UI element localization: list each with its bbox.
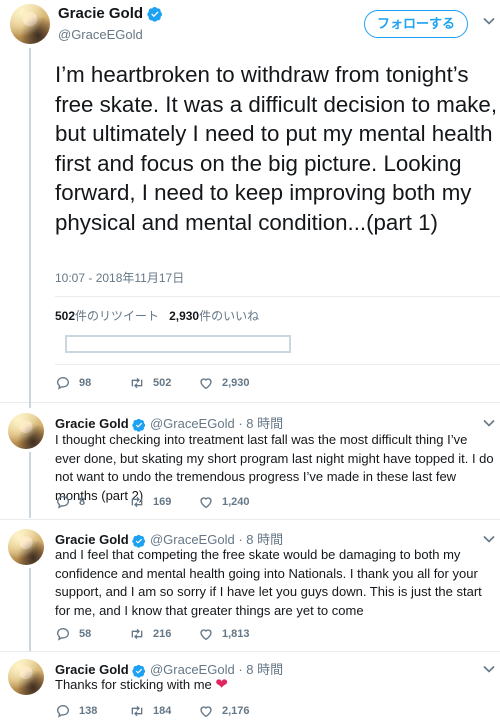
divider xyxy=(55,364,500,365)
divider xyxy=(0,651,500,652)
display-name[interactable]: Gracie Gold xyxy=(55,532,129,547)
like-action[interactable]: 2,176 xyxy=(198,702,250,720)
retweet-action[interactable]: 184 xyxy=(129,702,171,720)
retweet-count: 502 xyxy=(153,377,172,389)
handle[interactable]: @GraceEGold xyxy=(58,27,143,42)
retweet-icon xyxy=(131,628,143,640)
retweet-count: 502 xyxy=(55,309,76,323)
retweet-action[interactable]: 216 xyxy=(129,625,171,643)
timestamp[interactable]: 10:07 - 2018年11月17日 xyxy=(55,269,184,286)
reply-count: 58 xyxy=(79,628,92,640)
retweet-icon xyxy=(131,377,143,389)
reply-action[interactable]: 98 xyxy=(55,374,91,392)
heart-icon xyxy=(200,497,212,509)
like-stat[interactable]: 2,930件のいいね xyxy=(169,309,259,323)
verified-badge-icon xyxy=(132,418,146,432)
avatar[interactable] xyxy=(8,529,44,565)
handle[interactable]: @GraceEGold xyxy=(150,662,235,677)
avatar[interactable] xyxy=(8,659,44,695)
reply-count: 138 xyxy=(79,705,98,717)
retweet-count: 216 xyxy=(153,628,172,640)
divider xyxy=(0,402,500,403)
reply-action[interactable]: 8 xyxy=(55,493,85,511)
likers-avatars-placeholder xyxy=(65,335,291,353)
like-label: 件のいいね xyxy=(199,309,260,323)
display-name[interactable]: Gracie Gold xyxy=(55,662,129,677)
like-action[interactable]: 1,240 xyxy=(198,493,250,511)
handle[interactable]: @GraceEGold xyxy=(150,416,235,431)
reply-text-body: Thanks for sticking with me xyxy=(55,677,212,692)
display-name-text[interactable]: Gracie Gold xyxy=(58,5,143,22)
reply-text: and I feel that competing the free skate… xyxy=(55,547,482,618)
reply-text: Thanks for sticking with me ❤ xyxy=(55,676,495,695)
reply-icon xyxy=(56,704,70,718)
thread-line xyxy=(29,452,31,518)
display-name[interactable]: Gracie Gold xyxy=(58,5,163,22)
thread-line xyxy=(29,568,31,652)
retweet-action[interactable]: 169 xyxy=(129,493,171,511)
retweet-icon xyxy=(131,705,143,717)
reply-time[interactable]: · 8 時間 xyxy=(238,416,283,431)
avatar[interactable] xyxy=(8,413,44,449)
thread-line xyxy=(29,48,31,408)
like-count: 2,930 xyxy=(169,309,200,323)
heart-icon xyxy=(200,378,212,390)
display-name[interactable]: Gracie Gold xyxy=(55,416,129,431)
like-count: 1,813 xyxy=(222,628,250,640)
chevron-down-icon[interactable] xyxy=(482,662,496,676)
reply-time[interactable]: · 8 時間 xyxy=(238,532,283,547)
like-action[interactable]: 1,813 xyxy=(198,625,250,643)
reply-count: 8 xyxy=(79,496,86,508)
like-count: 2,176 xyxy=(222,705,250,717)
reply-count: 98 xyxy=(79,377,92,389)
chevron-down-icon[interactable] xyxy=(482,532,496,546)
heart-emoji-icon: ❤ xyxy=(215,676,228,693)
tweet-text: I’m heartbroken to withdraw from tonight… xyxy=(55,62,498,235)
like-count: 2,930 xyxy=(222,377,250,389)
retweet-stat[interactable]: 502件のリツイート xyxy=(55,309,159,323)
like-count: 1,240 xyxy=(222,496,250,508)
reply-action[interactable]: 58 xyxy=(55,625,91,643)
chevron-down-icon[interactable] xyxy=(482,14,496,28)
avatar[interactable] xyxy=(10,4,50,44)
like-action[interactable]: 2,930 xyxy=(198,374,250,392)
engagement-stats: 502件のリツイート 2,930件のいいね xyxy=(55,307,259,324)
reply-text: I thought checking into treatment last f… xyxy=(55,432,494,503)
reply-header: Gracie Gold @GraceEGold · 8 時間 xyxy=(55,413,283,432)
handle[interactable]: @GraceEGold xyxy=(150,532,235,547)
reply-time[interactable]: · 8 時間 xyxy=(238,662,283,677)
follow-button[interactable]: フォローする xyxy=(364,10,468,38)
verified-badge-icon xyxy=(147,7,163,22)
reply-icon xyxy=(56,376,70,390)
retweet-action[interactable]: 502 xyxy=(129,374,171,392)
reply-action[interactable]: 138 xyxy=(55,702,97,720)
heart-icon xyxy=(200,706,212,718)
reply-icon xyxy=(56,627,70,641)
retweet-icon xyxy=(131,496,143,508)
retweet-count: 169 xyxy=(153,496,172,508)
reply-icon xyxy=(56,495,70,509)
retweet-label: 件のリツイート xyxy=(75,309,160,323)
heart-icon xyxy=(200,629,212,641)
divider xyxy=(0,519,500,520)
retweet-count: 184 xyxy=(153,705,172,717)
divider xyxy=(55,296,500,297)
chevron-down-icon[interactable] xyxy=(482,416,496,430)
